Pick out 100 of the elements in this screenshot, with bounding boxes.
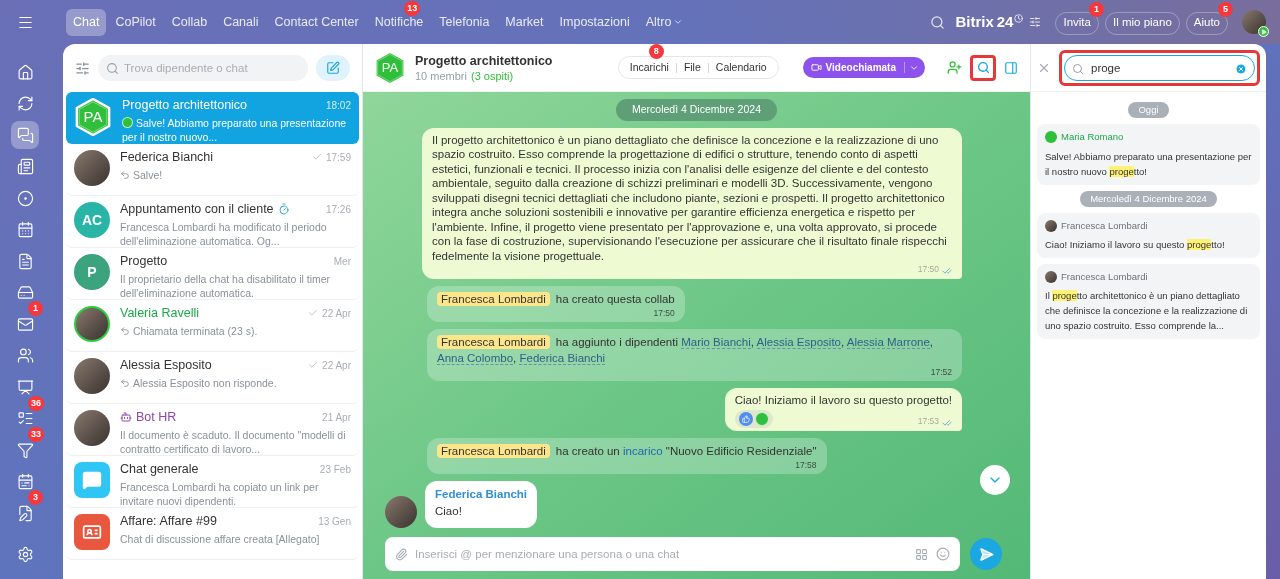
mention-tag[interactable]: Francesca Lombardi xyxy=(437,334,550,349)
filter-icon[interactable] xyxy=(75,60,90,76)
user-link[interactable]: Alessia Esposito xyxy=(756,335,841,349)
clock-icon xyxy=(1014,13,1024,23)
reactor-avatar-icon xyxy=(754,412,769,426)
nav-tab[interactable]: Canali xyxy=(216,8,266,36)
panel-tab[interactable]: Calendario xyxy=(708,59,774,76)
chat-list-item[interactable]: P Progetto Mer Il proprietario della chat ha disabilitato il timer dell'eliminazione automatica. xyxy=(66,248,359,300)
system-message-text: Francesca Lombardi ha creato questa collab xyxy=(437,291,675,307)
scroll-down-button[interactable] xyxy=(980,465,1010,495)
chat-title: Valeria Ravelli xyxy=(120,305,199,322)
search-icon xyxy=(1072,62,1084,75)
count-badge: 1 xyxy=(1088,2,1104,18)
chat-list-item[interactable]: Valeria Ravelli 22 Apr Chiamata terminata (23 s). xyxy=(66,300,359,352)
search-button[interactable] xyxy=(970,54,996,81)
reactions-pill[interactable] xyxy=(734,410,773,428)
group-avatar: PA xyxy=(373,50,407,85)
chat-title: Alessia Esposito xyxy=(120,357,212,374)
chat-time: 22 Apr xyxy=(322,306,351,321)
send-button[interactable] xyxy=(970,538,1002,570)
paperclip-icon[interactable] xyxy=(395,547,408,561)
chat-preview: Francesca Lombardi ha copiato un link per invitare nuovi dipendenti. xyxy=(120,479,320,508)
chat-preview: Il documento è scaduto. Il documento "modelli di contratto certificato di lavoro... xyxy=(120,427,347,456)
chat-title: Bot HR xyxy=(136,409,177,426)
user-link[interactable]: Federica Bianchi xyxy=(519,351,606,365)
author-name: Francesca Lombardi xyxy=(1061,270,1148,284)
grid-icon[interactable] xyxy=(915,547,928,561)
chat-preview: Alessia Esposito non risponde. xyxy=(120,375,351,390)
mail-icon xyxy=(16,315,34,333)
emoji-icon[interactable] xyxy=(936,547,950,561)
chat-bubbles-button[interactable] xyxy=(11,121,39,149)
message-input[interactable]: Inserisci @ per menzionare una persona o una chat xyxy=(385,537,960,571)
sidebar-toggle-icon[interactable] xyxy=(1004,60,1018,75)
cycle-icon xyxy=(16,95,34,112)
chat-time: 23 Feb xyxy=(319,462,351,477)
initials-avatar: P xyxy=(74,254,110,290)
settings-icon xyxy=(16,545,34,563)
chat-list-item[interactable]: Alessia Esposito 22 Apr Alessia Esposito non risponde. xyxy=(66,352,359,404)
chat-list-item[interactable]: PA Progetto architettonico 18:02 Salve! Abbiamo preparato una presentazione per il nostro nuovo... xyxy=(66,92,359,144)
clear-icon[interactable] xyxy=(1235,62,1247,75)
avatar-photo xyxy=(1045,271,1057,284)
add-user-icon[interactable] xyxy=(947,60,962,75)
chat-list-item[interactable]: Affare: Affare #99 13 Gen Chat di discussione affare creata [Allegato] xyxy=(66,508,359,560)
date-chip: Mercoledì 4 Dicembre 2024 xyxy=(1080,190,1217,207)
date-chip: Oggi xyxy=(1128,102,1169,119)
nav-tab[interactable]: Telefonia xyxy=(432,8,497,36)
nav-tab[interactable]: Collab xyxy=(164,8,215,36)
search-field[interactable]: Trova dipendente o chat xyxy=(98,55,308,81)
guests-count[interactable]: (3 ospiti) xyxy=(470,68,514,83)
chat-title: Progetto architettonico xyxy=(415,52,553,69)
chat-list-item[interactable]: Chat generale 23 Feb Francesca Lombardi ha copiato un link per invitare nuovi dipendenti. xyxy=(66,456,359,508)
camera-icon xyxy=(810,62,822,73)
users-icon xyxy=(16,347,34,364)
chat-list-item[interactable]: Bot HR 21 Apr Il documento è scaduto. Il documento "modelli di contratto certificato di lavoro... xyxy=(66,404,359,456)
sender-avatar-photo xyxy=(385,496,417,529)
search-icon[interactable] xyxy=(930,14,946,30)
message-text: Ciao! xyxy=(435,504,463,519)
nav-tab[interactable]: Contact Center xyxy=(267,8,366,36)
document-icon xyxy=(16,252,34,270)
initials-avatar: AC xyxy=(74,202,110,238)
search-field[interactable]: proge xyxy=(1064,54,1255,81)
nav-tab[interactable]: Market xyxy=(498,8,551,36)
count-badge: 36 xyxy=(28,395,44,411)
calendar-icon xyxy=(16,221,34,238)
chat-preview: Francesca Lombardi ha modificato il periodo dell'eliminazione automatica. Og... xyxy=(120,219,328,248)
user-link[interactable]: Mario Bianchi xyxy=(681,335,751,349)
count-badge: 3 xyxy=(28,490,43,505)
bot-icon xyxy=(120,411,132,424)
mention-tag[interactable]: Francesca Lombardi xyxy=(437,444,550,458)
chat-title: Federica Bianchi xyxy=(120,149,214,166)
count-badge: 8 xyxy=(648,44,664,59)
nav-tab[interactable]: Altro xyxy=(638,8,691,36)
group-avatar: PA xyxy=(74,98,112,136)
avatar-photo xyxy=(1045,219,1057,232)
chat-list-item[interactable]: Federica Bianchi 17:59 Salve! xyxy=(66,144,359,196)
date-chip: Mercoledì 4 Dicembre 2024 xyxy=(616,99,777,121)
count-badge: 13 xyxy=(404,0,421,16)
user-link[interactable]: Alessia Marrone xyxy=(846,335,930,349)
home-icon xyxy=(16,63,34,81)
panel-tab[interactable]: File xyxy=(676,59,708,76)
chat-list-item[interactable]: AC Appuntamento con il cliente 17:26 Francesca Lombardi ha modificato il periodo dell'eliminazione automatica. Og... xyxy=(66,196,359,248)
chat-time: Mer xyxy=(333,254,351,269)
new-chat-button[interactable] xyxy=(316,55,350,81)
sliders-icon[interactable] xyxy=(1029,16,1042,28)
mention-tag[interactable]: Francesca Lombardi xyxy=(437,292,550,306)
members-count[interactable]: 10 membri xyxy=(415,68,467,83)
author-name: Francesca Lombardi xyxy=(1061,218,1148,233)
author-name: Maria Romano xyxy=(1061,130,1124,145)
count-badge: 5 xyxy=(1218,2,1233,18)
nav-tab[interactable]: CoPilot xyxy=(108,8,163,36)
chat-title: Progetto architettonico xyxy=(122,97,248,114)
task-link[interactable]: incarico xyxy=(622,445,663,457)
message-time: 17:53 xyxy=(917,415,939,428)
nav-tab[interactable]: Impostazioni xyxy=(552,8,637,36)
nav-tab[interactable]: Chat xyxy=(66,8,107,36)
task-list-icon xyxy=(16,410,34,427)
chat-time: 18:02 xyxy=(325,98,351,113)
like-icon xyxy=(738,412,753,426)
panel-tab[interactable]: Incarichi xyxy=(622,59,676,76)
video-call-button[interactable]: Videochiamata xyxy=(802,57,925,78)
